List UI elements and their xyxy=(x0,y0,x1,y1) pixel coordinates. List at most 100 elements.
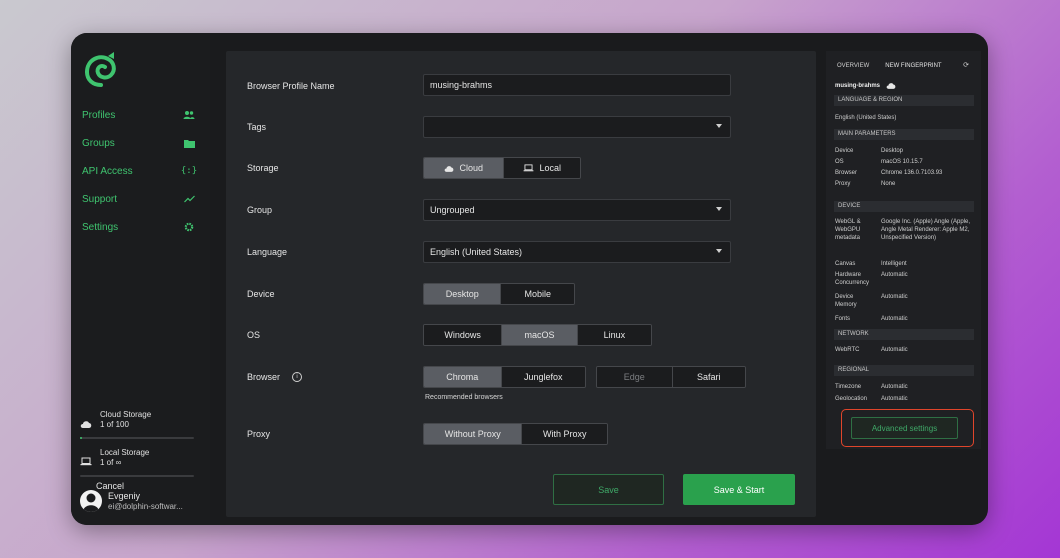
browser-toggle-other: Edge Safari xyxy=(596,366,746,388)
param-key: Proxy xyxy=(835,181,851,187)
trend-icon xyxy=(182,192,196,206)
proxy-label: Proxy xyxy=(247,429,271,439)
os-toggle: Windows macOS Linux xyxy=(423,324,652,346)
device-option-mobile[interactable]: Mobile xyxy=(501,284,574,304)
user-account[interactable]: Evgeniy ei@dolphin-softwar... xyxy=(80,490,204,512)
storage-label: Storage xyxy=(247,163,279,173)
info-icon[interactable]: i xyxy=(292,372,302,382)
param-value: Desktop xyxy=(881,148,904,154)
os-label: OS xyxy=(247,330,261,340)
nav-item-label: Settings xyxy=(82,221,119,233)
param-key: WebRTC xyxy=(835,347,860,353)
browser-option-junglefox[interactable]: Junglefox xyxy=(501,367,585,387)
nav-item-groups[interactable]: Groups xyxy=(82,133,196,153)
tab-overview[interactable]: OVERVIEW xyxy=(837,63,869,69)
browser-option-label: Chroma xyxy=(446,372,479,382)
user-email: ei@dolphin-softwar... xyxy=(108,501,183,511)
save-button-label: Save xyxy=(598,484,619,495)
cancel-button[interactable]: Cancel xyxy=(96,481,124,491)
cloud-icon xyxy=(445,165,454,172)
tags-select[interactable] xyxy=(423,116,731,138)
param-value: Automatic xyxy=(881,384,908,390)
save-button[interactable]: Save xyxy=(553,474,664,505)
chevron-down-icon xyxy=(716,207,722,211)
nav-item-api-access[interactable]: API Access {:} xyxy=(82,161,197,181)
laptop-icon xyxy=(80,453,92,471)
cloud-storage-bar xyxy=(80,437,194,439)
proxy-option-without[interactable]: Without Proxy xyxy=(424,424,523,444)
nav-item-label: Groups xyxy=(82,137,115,149)
param-value: Intelligent xyxy=(881,261,907,267)
proxy-option-with[interactable]: With Proxy xyxy=(522,424,607,444)
users-icon xyxy=(182,108,196,122)
device-label: Device xyxy=(247,289,275,299)
proxy-option-label: Without Proxy xyxy=(444,429,501,439)
tab-new-fingerprint[interactable]: NEW FINGERPRINT xyxy=(885,63,941,69)
advanced-settings-button[interactable]: Advanced settings xyxy=(851,417,958,439)
os-option-linux[interactable]: Linux xyxy=(577,325,651,345)
group-select[interactable]: Ungrouped xyxy=(423,199,731,221)
section-device: DEVICE xyxy=(834,201,974,212)
browser-option-edge[interactable]: Edge xyxy=(597,367,673,387)
param-value: Automatic xyxy=(881,347,908,353)
param-key: WebGL & WebGPU metadata xyxy=(835,219,861,241)
storage-option-label: Cloud xyxy=(459,163,483,173)
param-value: macOS 10.15.7 xyxy=(881,159,923,165)
refresh-icon[interactable]: ⟳ xyxy=(963,61,969,69)
save-and-start-label: Save & Start xyxy=(713,484,765,495)
sidebar: Profiles Groups API Access {:} Support S… xyxy=(71,33,210,525)
os-option-label: macOS xyxy=(524,330,555,340)
local-storage-value: 1 of ∞ xyxy=(100,458,122,467)
profile-name-label: Browser Profile Name xyxy=(247,81,335,91)
browser-toggle-recommended: Chroma Junglefox xyxy=(423,366,586,388)
device-option-desktop[interactable]: Desktop xyxy=(424,284,502,304)
storage-option-local[interactable]: Local xyxy=(504,158,580,178)
section-language-region: LANGUAGE & REGION xyxy=(834,95,974,106)
local-storage-bar xyxy=(80,475,194,477)
overview-panel: OVERVIEW NEW FINGERPRINT ⟳ musing-brahms… xyxy=(826,51,981,449)
save-and-start-button[interactable]: Save & Start xyxy=(683,474,795,505)
tags-label: Tags xyxy=(247,122,267,132)
cloud-storage: Cloud Storage 1 of 100 xyxy=(80,410,194,439)
storage-toggle: Cloud Local xyxy=(423,157,581,179)
section-main-parameters: MAIN PARAMETERS xyxy=(834,129,974,140)
nav-item-label: Profiles xyxy=(82,109,116,121)
proxy-option-label: With Proxy xyxy=(542,429,587,439)
dolphin-logo xyxy=(85,52,116,87)
device-option-label: Desktop xyxy=(445,289,479,299)
storage-option-cloud[interactable]: Cloud xyxy=(424,158,505,178)
nav-item-support[interactable]: Support xyxy=(82,189,196,209)
chevron-down-icon xyxy=(716,249,722,253)
profile-form: Browser Profile Name musing-brahms Tags … xyxy=(226,51,816,517)
param-key: Device xyxy=(835,148,854,154)
group-label: Group xyxy=(247,205,273,215)
browser-option-label: Safari xyxy=(696,372,721,382)
profile-name-input[interactable]: musing-brahms xyxy=(423,74,731,96)
cloud-icon xyxy=(886,83,896,89)
browser-option-chroma[interactable]: Chroma xyxy=(424,367,502,387)
os-option-label: Windows xyxy=(444,330,481,340)
avatar xyxy=(80,490,102,512)
param-value: None xyxy=(881,181,896,187)
param-value: Automatic xyxy=(881,272,908,278)
section-network: NETWORK xyxy=(834,329,974,340)
browser-option-label: Edge xyxy=(623,372,645,382)
param-key: Hardware Concurrency xyxy=(835,272,870,286)
cloud-storage-title: Cloud Storage xyxy=(100,410,152,419)
nav-item-profiles[interactable]: Profiles xyxy=(82,105,196,125)
nav-item-settings[interactable]: Settings xyxy=(82,217,196,237)
language-select[interactable]: English (United States) xyxy=(423,241,731,263)
device-option-label: Mobile xyxy=(524,289,551,299)
param-key: Geolocation xyxy=(835,396,868,402)
profile-name-value: musing-brahms xyxy=(430,80,493,90)
language-value: English (United States) xyxy=(430,247,523,257)
cloud-storage-fill xyxy=(80,437,83,439)
os-option-macos[interactable]: macOS xyxy=(502,325,578,345)
local-storage-title: Local Storage xyxy=(100,448,150,457)
param-key: Browser xyxy=(835,170,858,176)
os-option-windows[interactable]: Windows xyxy=(424,325,503,345)
advanced-settings-highlight: Advanced settings xyxy=(841,409,974,447)
device-toggle: Desktop Mobile xyxy=(423,283,575,305)
chevron-down-icon xyxy=(716,124,722,128)
browser-option-safari[interactable]: Safari xyxy=(672,367,745,387)
